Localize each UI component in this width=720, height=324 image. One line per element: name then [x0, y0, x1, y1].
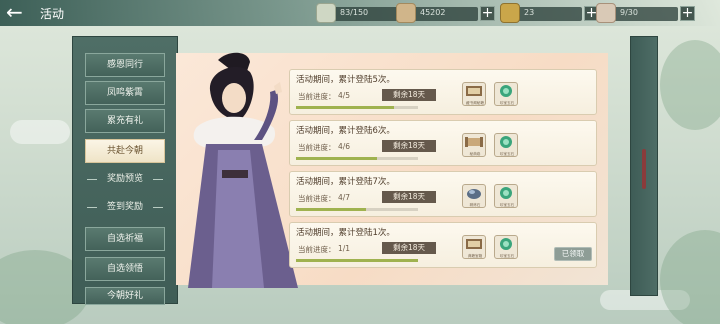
reward-caption: 秘典卷	[469, 152, 481, 156]
menu-header-signin-reward[interactable]: 签到奖励	[85, 199, 165, 215]
progress-track	[296, 106, 418, 109]
reward-item[interactable]: 珍宝玉石	[494, 133, 518, 157]
activity-menu: 感恩同行 凤鸣紫霄 累充有礼 共赴今朝 奖励预览 签到奖励 自选祈福 自选领悟 …	[72, 36, 178, 305]
reward-caption: 珍宝玉石	[499, 254, 515, 258]
bg-leaf	[660, 230, 720, 324]
task-login-6: 活动期间，累计登陆6次。 当前进度： 4/6 剩余18天 秘典卷 珍宝玉石	[289, 120, 597, 166]
progress-value: 4/7	[338, 193, 351, 202]
remaining-days-badge: 剩余18天	[382, 191, 436, 203]
book-icon	[466, 86, 482, 96]
progress-label: 当前进度：	[298, 143, 336, 152]
reward-item[interactable]: 珍宝玉石	[494, 82, 518, 106]
progress-label: 当前进度：	[298, 245, 336, 254]
menu-item-select-insight[interactable]: 自选领悟	[85, 257, 165, 281]
menu-item-recharge[interactable]: 累充有礼	[85, 109, 165, 133]
progress-label: 当前进度：	[298, 194, 336, 203]
bg-leaf	[660, 40, 720, 130]
progress-track	[296, 157, 418, 160]
menu-item-label: 累充有礼	[106, 116, 143, 126]
scroll-ornament	[630, 36, 658, 296]
progress-value: 1/1	[338, 244, 351, 253]
reward-caption: 典籍宝箱	[467, 254, 483, 258]
reward-caption: 珍宝玉石	[499, 152, 515, 156]
menu-item-label: 自选祈福	[106, 234, 143, 244]
remaining-days-badge: 剩余18天	[382, 242, 436, 254]
jade-icon	[500, 136, 512, 148]
progress-fill	[296, 157, 378, 160]
jade-icon	[500, 85, 512, 97]
progress-value: 4/6	[338, 142, 351, 151]
reward-item[interactable]: 藏书阁秘籍	[462, 82, 486, 106]
reward-item[interactable]: 珍宝玉石	[494, 235, 518, 259]
add-ticket-button[interactable]: +	[680, 6, 695, 21]
task-login-7: 活动期间，累计登陆7次。 当前进度： 4/7 剩余18天 精炼石 珍宝玉石	[289, 171, 597, 217]
menu-item-label: 感恩同行	[106, 60, 143, 70]
bg-cloud	[10, 120, 70, 144]
resource-value: 45202	[420, 8, 446, 17]
menu-item-gift[interactable]: 今朝好礼	[85, 287, 165, 305]
reward-item[interactable]: 典籍宝箱	[462, 235, 486, 259]
task-description: 活动期间，累计登陆1次。	[296, 228, 395, 238]
remaining-days-badge: 剩余18天	[382, 140, 436, 152]
progress-track	[296, 208, 418, 211]
menu-item-gratitude[interactable]: 感恩同行	[85, 53, 165, 77]
menu-item-label: 共赴今朝	[106, 146, 143, 156]
task-login-5: 活动期间，累计登陆5次。 当前进度： 4/5 剩余18天 藏书阁秘籍 珍宝玉石	[289, 69, 597, 115]
menu-header-reward-preview[interactable]: 奖励预览	[85, 171, 165, 187]
task-description: 活动期间，累计登陆7次。	[296, 177, 395, 187]
scroll-icon	[465, 137, 483, 147]
silver-ingot-icon	[396, 3, 416, 23]
task-login-1: 活动期间，累计登陆1次。 当前进度： 1/1 剩余18天 典籍宝箱 珍宝玉石 已…	[289, 222, 597, 268]
reward-caption: 珍宝玉石	[499, 203, 515, 207]
resource-value: 9/30	[620, 8, 638, 17]
reward-item[interactable]: 秘典卷	[462, 133, 486, 157]
page-title: 活动	[40, 7, 65, 21]
menu-item-together[interactable]: 共赴今朝	[85, 139, 165, 163]
menu-item-phoenix[interactable]: 凤鸣紫霄	[85, 81, 165, 105]
gold-ingot-icon	[500, 3, 520, 23]
progress-value: 4/5	[338, 91, 351, 100]
reward-caption: 藏书阁秘籍	[466, 101, 484, 105]
task-description: 活动期间，累计登陆5次。	[296, 75, 395, 85]
back-arrow-icon[interactable]: ←	[6, 2, 32, 24]
menu-item-select-pray[interactable]: 自选祈福	[85, 227, 165, 251]
stone-icon	[467, 189, 481, 199]
mahjong-ticket-icon	[596, 3, 616, 23]
jade-icon	[500, 187, 512, 199]
progress-track	[296, 259, 418, 262]
menu-item-label: 凤鸣紫霄	[106, 88, 143, 98]
progress-fill	[296, 208, 366, 211]
reward-item[interactable]: 精炼石	[462, 184, 486, 208]
progress-label: 当前进度：	[298, 92, 336, 101]
progress-fill	[296, 259, 418, 262]
menu-item-label: 今朝好礼	[106, 291, 143, 301]
resource-value: 83/150	[340, 8, 369, 17]
remaining-days-badge: 剩余18天	[382, 89, 436, 101]
jade-icon	[500, 238, 512, 250]
progress-fill	[296, 106, 394, 109]
add-silver-button[interactable]: +	[480, 6, 495, 21]
claimed-badge[interactable]: 已领取	[554, 247, 592, 261]
reward-item[interactable]: 珍宝玉石	[494, 184, 518, 208]
task-description: 活动期间，累计登陆6次。	[296, 126, 395, 136]
reward-caption: 珍宝玉石	[499, 101, 515, 105]
menu-item-label: 自选领悟	[106, 264, 143, 274]
scroll-knob[interactable]	[642, 149, 646, 189]
reward-caption: 精炼石	[469, 203, 481, 207]
resource-value: 23	[524, 8, 535, 17]
book-icon	[466, 239, 482, 249]
rice-bowl-icon	[316, 3, 336, 23]
